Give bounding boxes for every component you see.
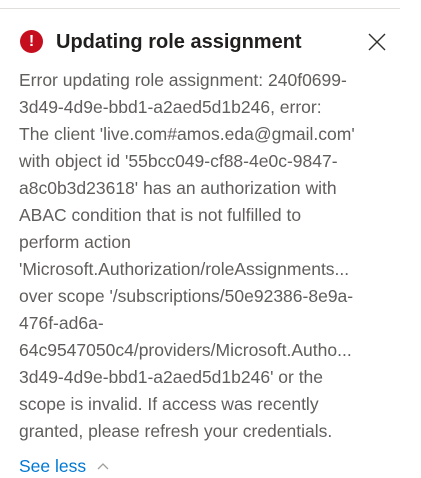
message-line: a8c0b3d23618' has an authorization with [19, 178, 337, 198]
message-line: with object id '55bcc049-cf88-4e0c-9847- [19, 151, 338, 171]
close-button[interactable] [366, 31, 388, 53]
see-less-link[interactable]: See less [19, 452, 109, 478]
message-line: 476f-ad6a- [19, 313, 104, 333]
message-line: scope is invalid. If access was recently [19, 394, 319, 414]
notification-message: Error updating role assignment: 240f0699… [19, 67, 403, 445]
error-notification: ! Updating role assignment Error updatin… [0, 9, 403, 476]
notification-header: ! Updating role assignment [20, 30, 392, 54]
message-line: 'Microsoft.Authorization/roleAssignments… [19, 259, 350, 279]
message-line: 64c9547050c4/providers/Microsoft.Autho..… [19, 340, 352, 360]
message-line: ABAC condition that is not fulfilled to [19, 205, 302, 225]
message-line: 3d49-4d9e-bbd1-a2aed5d1b246' or the [19, 367, 324, 387]
message-line: The client 'live.com#amos.eda@gmail.com' [19, 124, 355, 144]
chevron-up-icon [97, 452, 109, 476]
notification-title: Updating role assignment [56, 31, 302, 53]
see-less-label: See less [19, 456, 87, 476]
message-line: Error updating role assignment: 240f0699… [19, 70, 347, 90]
error-icon: ! [20, 30, 43, 53]
message-line: 3d49-4d9e-bbd1-a2aed5d1b246, error: [19, 97, 322, 117]
close-icon [368, 33, 386, 51]
message-line: perform action [19, 232, 131, 252]
message-line: over scope '/subscriptions/50e92386-8e9a… [19, 286, 354, 306]
message-line: granted, please refresh your credentials… [19, 421, 333, 441]
